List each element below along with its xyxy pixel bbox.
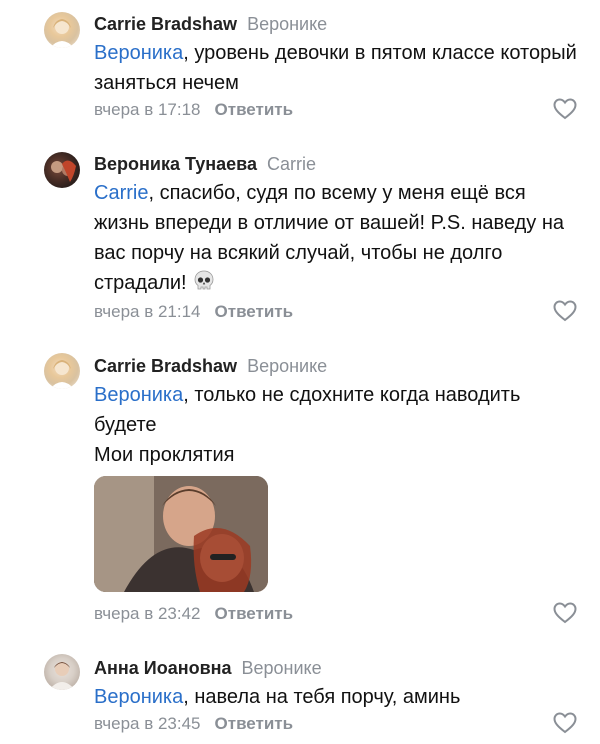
reply-to[interactable]: Веронике <box>247 14 327 34</box>
reply-to[interactable]: Веронике <box>247 356 327 376</box>
like-button[interactable] <box>553 300 577 322</box>
reply-button[interactable]: Ответить <box>215 714 294 733</box>
avatar-photo-icon <box>50 360 74 389</box>
comment-meta: вчера в 21:14 Ответить <box>94 302 293 322</box>
avatar[interactable] <box>44 152 80 188</box>
avatar[interactable] <box>44 654 80 690</box>
heart-icon <box>553 712 577 734</box>
avatar-photo-icon <box>49 662 75 690</box>
avatar-photo-icon <box>51 160 76 182</box>
mention-link[interactable]: Вероника <box>94 686 183 708</box>
reply-button[interactable]: Ответить <box>215 302 294 321</box>
comment-text: Вероника, навела на тебя порчу, аминь <box>94 682 584 712</box>
comment-text: Carrie, спасибо, судя по всему у меня ещ… <box>94 178 584 302</box>
author-name[interactable]: Carrie Bradshaw <box>94 14 237 34</box>
author-name[interactable]: Carrie Bradshaw <box>94 356 237 376</box>
heart-icon <box>553 602 577 624</box>
avatar[interactable] <box>44 353 80 389</box>
mention-link[interactable]: Carrie <box>94 182 148 204</box>
comment-author[interactable]: Carrie Bradshaw Веронике <box>94 356 327 377</box>
avatar-photo-icon <box>50 19 74 48</box>
comment-time: вчера в 21:14 <box>94 302 201 321</box>
avatar[interactable] <box>44 12 80 48</box>
skull-emoji-icon <box>192 269 216 302</box>
mention-link[interactable]: Вероника <box>94 384 183 406</box>
comment-author[interactable]: Вероника Тунаева Carrie <box>94 154 316 175</box>
comment-time: вчера в 23:45 <box>94 714 201 733</box>
heart-icon <box>553 300 577 322</box>
heart-icon <box>553 98 577 120</box>
reply-button[interactable]: Ответить <box>215 604 294 623</box>
comment-text: Вероника, только не сдохните когда навод… <box>94 380 584 470</box>
author-name[interactable]: Вероника Тунаева <box>94 154 257 174</box>
comment-body: , спасибо, судя по всему у меня ещё вся … <box>94 182 565 294</box>
reply-to[interactable]: Carrie <box>267 154 316 174</box>
like-button[interactable] <box>553 98 577 120</box>
reply-button[interactable]: Ответить <box>215 100 294 119</box>
mention-link[interactable]: Вероника <box>94 42 183 64</box>
comment-meta: вчера в 23:45 Ответить <box>94 714 293 734</box>
comment-author[interactable]: Carrie Bradshaw Веронике <box>94 14 327 35</box>
like-button[interactable] <box>553 712 577 734</box>
comment-time: вчера в 17:18 <box>94 100 201 119</box>
comment-time: вчера в 23:42 <box>94 604 201 623</box>
reply-to[interactable]: Веронике <box>242 658 322 678</box>
comment-body: , навела на тебя порчу, аминь <box>183 686 461 708</box>
comment-meta: вчера в 17:18 Ответить <box>94 100 293 120</box>
comment-meta: вчера в 23:42 Ответить <box>94 604 293 624</box>
photo-attachment[interactable] <box>94 476 268 592</box>
comment-text: Вероника, уровень девочки в пятом классе… <box>94 38 584 98</box>
comment-body-line2: Мои проклятия <box>94 444 235 466</box>
like-button[interactable] <box>553 602 577 624</box>
author-name[interactable]: Анна Иоановна <box>94 658 232 678</box>
photo-attachment-icon <box>94 476 268 592</box>
comment-author[interactable]: Анна Иоановна Веронике <box>94 658 322 679</box>
